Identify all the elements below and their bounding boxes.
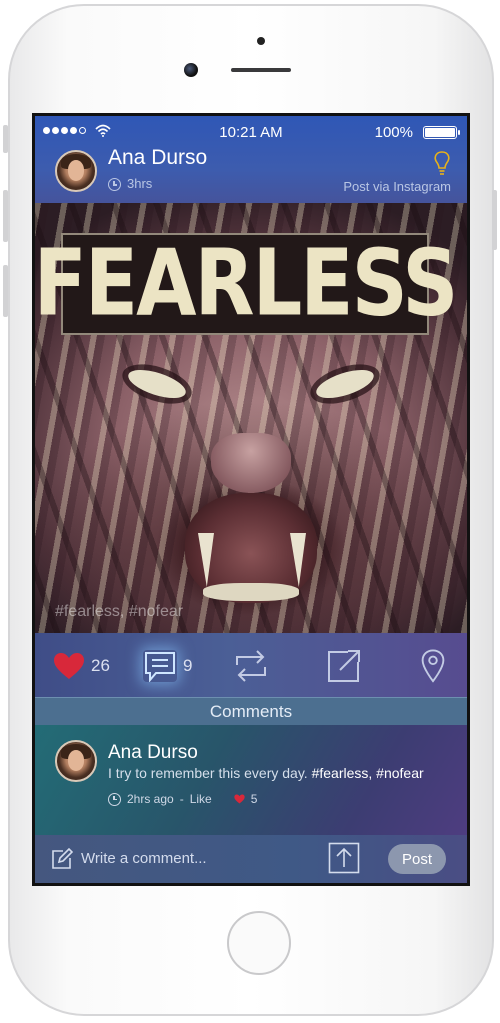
action-bar: 26 9 — [35, 633, 467, 697]
earpiece — [231, 68, 291, 72]
tiger-teeth — [203, 583, 299, 601]
tiger-nose — [211, 433, 291, 493]
comment-input[interactable]: Write a comment... — [81, 850, 207, 867]
post-image[interactable]: FEARLESS #fearless, #nofear — [35, 203, 467, 633]
image-title-text: FEARLESS — [35, 230, 458, 338]
comment-like-count: 5 — [250, 792, 258, 806]
comment-list: Ana Durso I try to remember this every d… — [35, 725, 467, 835]
comment-time: 2hrs ago — [127, 792, 174, 806]
location-pin-icon[interactable] — [420, 649, 446, 683]
comment-button[interactable]: 9 — [143, 649, 192, 683]
heart-icon — [234, 794, 245, 804]
app-screen: 10:21 AM 100% Ana Durso 3hrs Post via In… — [32, 113, 470, 886]
heart-icon — [54, 653, 84, 679]
comments-header: Comments — [35, 697, 467, 726]
image-hashtags: #fearless, #nofear — [55, 603, 184, 620]
lightbulb-icon[interactable] — [433, 150, 451, 176]
comment-count: 9 — [183, 656, 193, 675]
repost-icon[interactable] — [233, 649, 269, 683]
front-camera — [184, 63, 198, 77]
post-header: 10:21 AM 100% Ana Durso 3hrs Post via In… — [35, 116, 467, 206]
comment-icon — [145, 652, 175, 682]
clock-icon — [108, 792, 121, 806]
proximity-sensor — [257, 37, 265, 45]
like-count: 26 — [91, 656, 110, 675]
battery-percent: 100% — [374, 124, 413, 141]
volume-down-button[interactable] — [3, 265, 8, 317]
clock-icon — [108, 178, 121, 191]
author-avatar[interactable] — [55, 150, 97, 192]
post-source: Post via Instagram — [343, 179, 451, 194]
home-button[interactable] — [227, 911, 291, 975]
post-author-name[interactable]: Ana Durso — [108, 146, 207, 170]
comment-text: I try to remember this every day. #fearl… — [108, 765, 424, 781]
meta-separator: - — [179, 792, 184, 806]
battery-icon — [423, 126, 460, 139]
comment-like-link[interactable]: Like — [190, 792, 212, 806]
upload-icon[interactable] — [328, 842, 360, 874]
comment-hashtags[interactable]: #fearless, #nofear — [312, 765, 424, 781]
share-icon[interactable] — [326, 649, 362, 683]
comment-composer: Write a comment... Post — [35, 835, 467, 883]
post-button[interactable]: Post — [388, 844, 446, 874]
commenter-avatar[interactable] — [55, 740, 97, 782]
volume-up-button[interactable] — [3, 190, 8, 242]
power-button[interactable] — [492, 190, 497, 250]
mute-switch[interactable] — [3, 125, 8, 153]
pencil-icon — [52, 848, 73, 869]
status-bar: 10:21 AM 100% — [35, 122, 467, 142]
comment-meta: 2hrs ago - Like 5 — [108, 792, 257, 806]
comment-body: I try to remember this every day. — [108, 765, 308, 781]
image-title-banner: FEARLESS — [35, 233, 458, 335]
like-button[interactable]: 26 — [53, 649, 110, 683]
post-time: 3hrs — [127, 176, 153, 191]
comment-author[interactable]: Ana Durso — [108, 742, 198, 764]
